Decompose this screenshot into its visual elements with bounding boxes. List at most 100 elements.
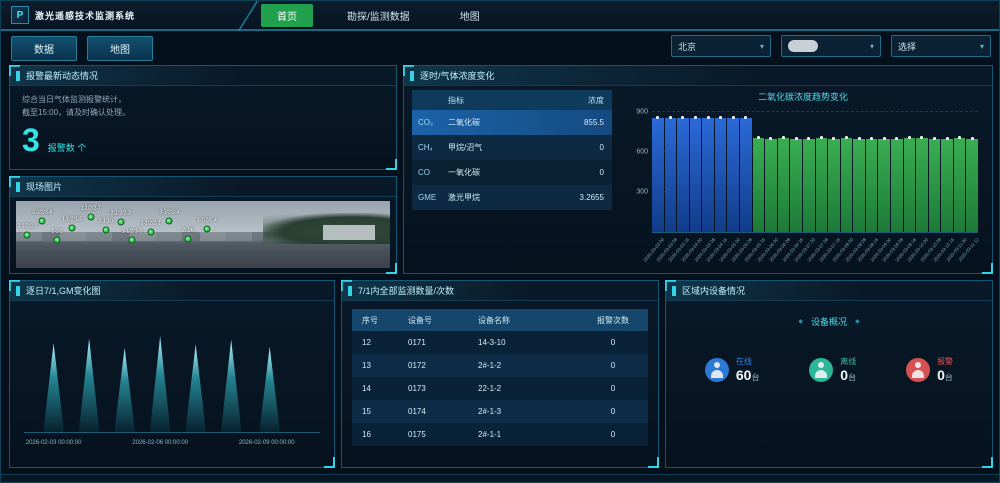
photo-marker-11[interactable]: 1-1/2/1-4 bbox=[203, 226, 210, 233]
stat-label: 离线 bbox=[840, 356, 856, 367]
gm-panel: 逐日7/1,GM变化图 2026-02-03 00:00:002026-02-0… bbox=[9, 280, 335, 468]
photo-marker-10[interactable]: 2-1/8 bbox=[185, 236, 192, 243]
photo-marker-5[interactable]: 2-1-10 bbox=[102, 227, 109, 234]
photo-panel-title: 现场图片 bbox=[10, 177, 396, 197]
co2-bar-3[interactable] bbox=[690, 118, 702, 232]
device-th-0: 序号 bbox=[352, 315, 398, 326]
gas-row-3[interactable]: GME激光甲烷3.2655 bbox=[412, 185, 612, 210]
photo-marker-0[interactable]: 3-1/2/3-1 bbox=[24, 231, 31, 238]
co2-bar-18[interactable] bbox=[878, 139, 890, 232]
device-table-header: 序号设备号设备名称报警次数 bbox=[352, 309, 648, 331]
co2-bar-17[interactable] bbox=[866, 139, 878, 232]
co2-dot bbox=[920, 136, 923, 139]
photo-marker-8[interactable]: 2-1/2/2-1 bbox=[147, 229, 154, 236]
option-select[interactable]: 选择 ▾ bbox=[891, 35, 991, 57]
site-photo[interactable]: 3-1/2/3-1 3-1/2/3-8 1-1/2 1-1/2/1-5 2-1/2/2-… bbox=[16, 201, 390, 268]
gas-name: 激光甲烷 bbox=[448, 192, 552, 203]
photo-marker-2[interactable]: 1-1/2 bbox=[54, 236, 61, 243]
table-row[interactable]: 14017322-1-20 bbox=[352, 377, 648, 400]
gas-name: 甲烷/沼气 bbox=[448, 142, 552, 153]
gas-row-0[interactable]: CO₂二氧化碳855.5 bbox=[412, 110, 612, 135]
map-button[interactable]: 地图 bbox=[87, 36, 153, 61]
co2-bar-6[interactable] bbox=[727, 118, 739, 232]
devices-panel-title: 区域内设备情况 bbox=[666, 281, 992, 301]
stat-label: 在线 bbox=[736, 356, 760, 367]
stat-value: 0台 bbox=[937, 367, 953, 383]
switch-pill[interactable] bbox=[788, 40, 818, 52]
chevron-down-icon: ▾ bbox=[760, 42, 764, 51]
co2-bar-14[interactable] bbox=[828, 139, 840, 232]
co2-dot bbox=[807, 137, 810, 140]
stat-unit: 台 bbox=[945, 373, 953, 382]
co2-bar-7[interactable] bbox=[740, 118, 752, 232]
device-td: 0171 bbox=[398, 338, 468, 347]
alarm-count: 3 bbox=[22, 124, 40, 156]
region-select[interactable]: 北京 ▾ bbox=[671, 35, 771, 57]
co2-bar-20[interactable] bbox=[904, 138, 916, 232]
gas-panel-title: 逐时/气体浓度变化 bbox=[404, 66, 992, 86]
co2-dot bbox=[908, 136, 911, 139]
table-row[interactable]: 1301722#-1-20 bbox=[352, 354, 648, 377]
app-title: 激光遥感技术监测系统 bbox=[35, 9, 135, 22]
tab-0[interactable]: 首页 bbox=[261, 4, 313, 27]
tab-2[interactable]: 地图 bbox=[444, 4, 496, 27]
table-row[interactable]: 1601752#-1-10 bbox=[352, 423, 648, 446]
data-button[interactable]: 数据 bbox=[11, 36, 77, 61]
filter-switch[interactable]: ▾ bbox=[781, 35, 881, 57]
co2-dot bbox=[782, 136, 785, 139]
co2-bar-21[interactable] bbox=[916, 138, 928, 232]
co2-bar-16[interactable] bbox=[853, 139, 865, 232]
co2-bar-4[interactable] bbox=[702, 118, 714, 232]
device-table: 序号设备号设备名称报警次数 12017114-3-1001301722#-1-2… bbox=[352, 309, 648, 446]
co2-bar-9[interactable] bbox=[765, 139, 777, 232]
stat-col: 离线0台 bbox=[840, 356, 856, 383]
device-td: 0174 bbox=[398, 407, 468, 416]
co2-bar-13[interactable] bbox=[816, 138, 828, 232]
co2-bar-15[interactable] bbox=[841, 138, 853, 232]
device-td: 0 bbox=[578, 338, 648, 347]
device-td: 0173 bbox=[398, 384, 468, 393]
gas-table-rows: CO₂二氧化碳855.5CH₄甲烷/沼气0CO一氧化碳0GME激光甲烷3.265… bbox=[412, 110, 612, 210]
co2-bar-5[interactable] bbox=[715, 118, 727, 232]
gm-spike-2 bbox=[114, 348, 135, 432]
gm-xlabel-2: 2026-02-09 00:00:00 bbox=[239, 440, 295, 446]
gas-row-2[interactable]: CO一氧化碳0 bbox=[412, 160, 612, 185]
co2-bar-1[interactable] bbox=[665, 118, 677, 232]
co2-dot bbox=[820, 136, 823, 139]
co2-chart-plot: 300600900 bbox=[652, 112, 978, 233]
table-row[interactable]: 1501742#-1-30 bbox=[352, 400, 648, 423]
photo-marker-4[interactable]: 2-1/2/2-7 bbox=[87, 214, 94, 221]
co2-dot bbox=[669, 116, 672, 119]
alarm-count-unit: 报警数 个 bbox=[48, 141, 87, 154]
tab-1[interactable]: 勘探/监测数据 bbox=[331, 4, 426, 27]
co2-bar-25[interactable] bbox=[966, 139, 978, 232]
co2-chart-xlabels: 2026-03-03 002026-03-03 082026-03-03 162… bbox=[652, 235, 978, 263]
device-stat-0: 在线60台 bbox=[705, 356, 760, 383]
gas-row-1[interactable]: CH₄甲烷/沼气0 bbox=[412, 135, 612, 160]
photo-marker-7[interactable]: 1-1/2/1-9 bbox=[128, 236, 135, 243]
device-td: 0 bbox=[578, 430, 648, 439]
co2-bar-0[interactable] bbox=[652, 118, 664, 232]
table-row[interactable]: 12017114-3-100 bbox=[352, 331, 648, 354]
co2-bar-2[interactable] bbox=[677, 118, 689, 232]
co2-dot bbox=[707, 116, 710, 119]
gm-spike-4 bbox=[185, 344, 206, 432]
nav-tabs: 首页勘探/监测数据地图 bbox=[261, 0, 496, 30]
device-table-rows: 12017114-3-1001301722#-1-2014017322-1-20… bbox=[352, 331, 648, 446]
co2-bar-24[interactable] bbox=[954, 138, 966, 232]
co2-bar-8[interactable] bbox=[753, 138, 765, 232]
photo-marker-6[interactable]: 2-1/2/2-3 bbox=[117, 219, 124, 226]
co2-bar-22[interactable] bbox=[929, 139, 941, 232]
device-td: 0172 bbox=[398, 361, 468, 370]
photo-marker-3[interactable]: 1-1/2/1-5 bbox=[69, 224, 76, 231]
co2-bar-19[interactable] bbox=[891, 139, 903, 232]
co2-bar-23[interactable] bbox=[941, 139, 953, 232]
photo-marker-1[interactable]: 3-1/2/3-8 bbox=[39, 218, 46, 225]
co2-bar-11[interactable] bbox=[790, 139, 802, 232]
co2-bar-10[interactable] bbox=[778, 138, 790, 232]
gas-value: 855.5 bbox=[552, 118, 612, 127]
photo-marker-9[interactable]: 3-1/2/3-4 bbox=[166, 218, 173, 225]
photo-marker-label: 1-1/2/1-9 bbox=[122, 228, 142, 234]
co2-bar-12[interactable] bbox=[803, 139, 815, 232]
device-td: 2#-1-3 bbox=[468, 407, 578, 416]
